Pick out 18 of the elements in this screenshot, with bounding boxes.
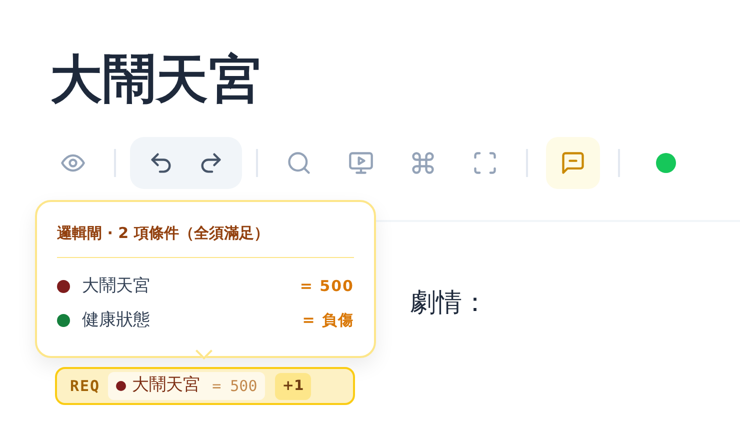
more-count: +1 [275, 372, 311, 400]
condition-value: = 500 [300, 276, 354, 298]
fullscreen-icon [472, 150, 498, 176]
condition-name: 大鬧天宮 [82, 274, 151, 298]
requirement-pill[interactable]: REQ 大鬧天宮 = 500 +1 [55, 367, 355, 405]
toolbar-button[interactable] [546, 137, 600, 190]
condition-value: = 500 [212, 376, 258, 397]
tooltip-title: 邏輯閘 · 2 項條件（全須滿足） [57, 222, 354, 258]
condition-value: = 負傷 [302, 310, 354, 332]
page-title: 大鬧天宮 [50, 52, 263, 110]
requirement-label: REQ [70, 376, 100, 397]
command-icon [410, 150, 436, 176]
monitor-play-icon [348, 150, 374, 176]
body-text: 劇情： [410, 287, 488, 320]
condition-name: 大鬧天宮 [132, 374, 200, 398]
search-icon [286, 150, 312, 176]
condition-name: 健康狀態 [82, 308, 151, 332]
comment-icon [560, 150, 586, 176]
